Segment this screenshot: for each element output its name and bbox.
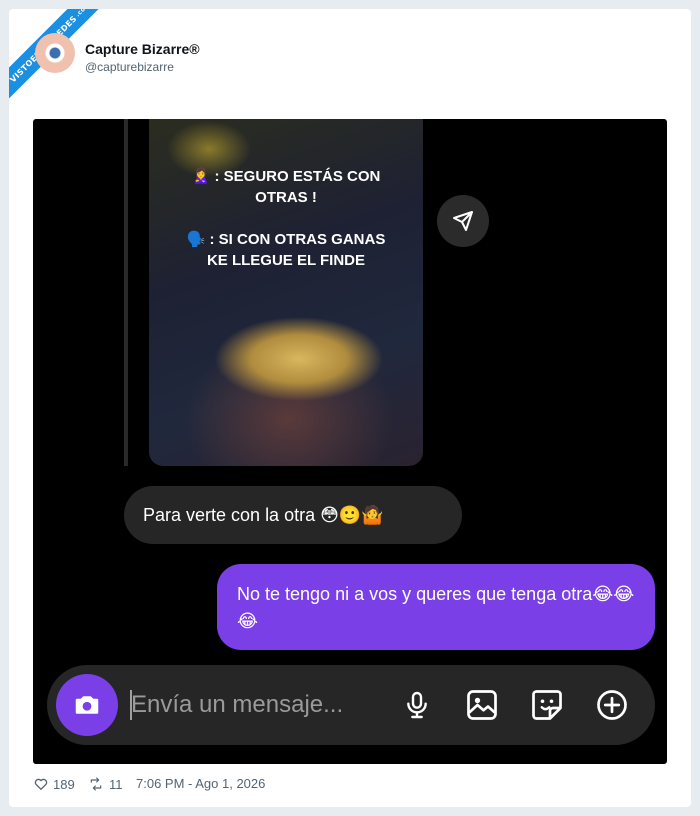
reaction-emoji: 😂 — [59, 496, 111, 545]
like-count[interactable]: 189 — [33, 776, 75, 792]
sticker-button[interactable] — [527, 685, 567, 725]
story-text-line-2: OTRAS ! — [255, 189, 317, 206]
camera-icon — [75, 696, 99, 714]
message-composer: Envía un mensaje... — [47, 665, 655, 745]
story-text-line-3: 🗣️ : SI CON OTRAS GANAS — [186, 231, 386, 248]
story-preview[interactable]: 🙎‍♀️ : SEGURO ESTÁS CON OTRAS ! 🗣️ : SI … — [149, 119, 423, 466]
gallery-button[interactable] — [462, 685, 502, 725]
send-icon — [453, 211, 473, 231]
story-text-line-1: 🙎‍♀️ : SEGURO ESTÁS CON — [191, 168, 381, 185]
message-input[interactable]: Envía un mensaje... — [131, 691, 343, 719]
retweet-count[interactable]: 11 — [87, 776, 123, 792]
camera-button[interactable] — [56, 674, 118, 736]
outgoing-message[interactable]: No te tengo ni a vos y queres que tenga … — [217, 564, 655, 650]
microphone-button[interactable] — [397, 685, 437, 725]
heart-icon — [34, 778, 48, 790]
more-button[interactable] — [592, 685, 632, 725]
author-handle[interactable]: @capturebizarre — [85, 60, 174, 74]
share-button[interactable] — [437, 195, 489, 247]
tweet-timestamp[interactable]: 7:06 PM - Ago 1, 2026 — [136, 776, 265, 791]
chat-screenshot: 🙎‍♀️ : SEGURO ESTÁS CON OTRAS ! 🗣️ : SI … — [33, 119, 667, 764]
like-count-value: 189 — [53, 776, 75, 792]
avatar[interactable] — [35, 33, 75, 73]
retweet-icon — [90, 777, 102, 791]
author-name[interactable]: Capture Bizarre® — [85, 41, 200, 57]
microphone-icon — [407, 691, 427, 719]
image-icon — [467, 690, 497, 720]
story-reply-line — [124, 119, 128, 466]
story-text-line-4: KE LLEGUE EL FINDE — [206, 252, 366, 269]
plus-circle-icon — [597, 690, 627, 720]
sticker-icon — [532, 690, 562, 720]
retweet-count-value: 11 — [109, 776, 123, 792]
incoming-message[interactable]: Para verte con la otra 😳🙂🤷 — [124, 486, 462, 544]
